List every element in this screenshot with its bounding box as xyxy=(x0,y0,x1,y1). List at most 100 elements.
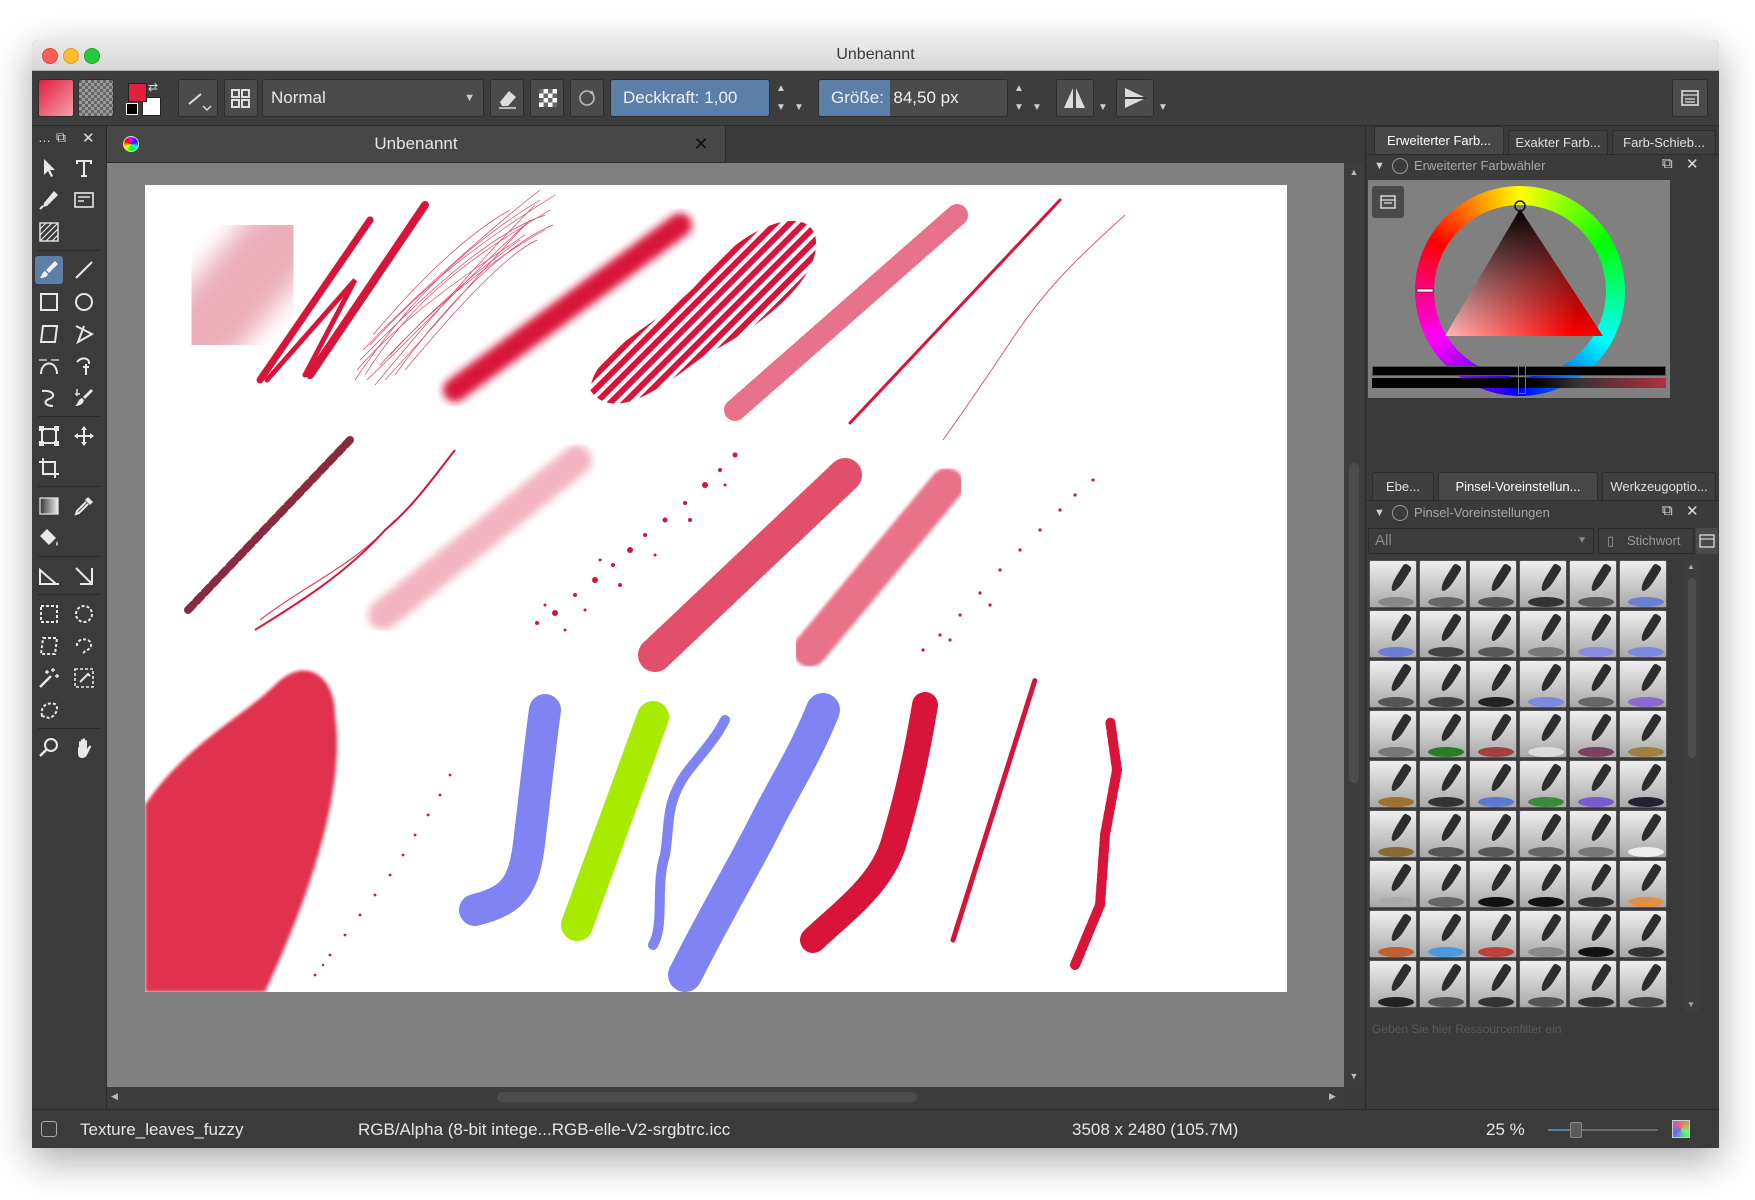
brush-grid-scrollbar[interactable]: ▲ ▼ xyxy=(1684,560,1700,1012)
brush-tag-filter-select[interactable]: All ▼ xyxy=(1368,528,1594,554)
panel-lock-icon[interactable] xyxy=(1392,158,1408,174)
pattern-preset-button[interactable] xyxy=(78,79,114,117)
brush-preset-thumbnail[interactable] xyxy=(1369,610,1417,658)
mirror-vertical-dropdown[interactable]: ▼ xyxy=(1154,79,1172,117)
brush-preset-thumbnail[interactable] xyxy=(1419,860,1467,908)
scroll-right-icon[interactable]: ▶ xyxy=(1329,1091,1339,1103)
brush-preset-thumbnail[interactable] xyxy=(1369,660,1417,708)
polygon-select-tool-icon[interactable] xyxy=(35,632,63,660)
brush-preset-thumbnail[interactable] xyxy=(1469,910,1517,958)
tab-brush-presets[interactable]: Pinsel-Voreinstellun... xyxy=(1438,472,1598,500)
opacity-dropdown-icon[interactable]: ▼ xyxy=(790,79,808,117)
brush-preset-button[interactable] xyxy=(178,79,218,117)
brush-preset-thumbnail[interactable] xyxy=(1419,910,1467,958)
brush-preset-thumbnail[interactable] xyxy=(1469,960,1517,1008)
document-tab[interactable]: Unbenannt ✕ xyxy=(107,126,726,163)
brush-preset-thumbnail[interactable] xyxy=(1469,760,1517,808)
crop-tool-icon[interactable] xyxy=(35,454,63,482)
color-bar-handle[interactable] xyxy=(1518,364,1526,394)
select-shapes-tool-icon[interactable] xyxy=(35,154,63,182)
float-panel-icon[interactable]: ⧉ xyxy=(1662,155,1673,172)
bezier-select-tool-icon[interactable] xyxy=(35,696,63,724)
multibrush-tool-icon[interactable] xyxy=(70,384,98,412)
brush-preset-thumbnail[interactable] xyxy=(1519,860,1567,908)
brush-preset-thumbnail[interactable] xyxy=(1569,560,1617,608)
scroll-up-icon[interactable]: ▲ xyxy=(1348,167,1360,177)
brush-preset-thumbnail[interactable] xyxy=(1569,760,1617,808)
swap-colors-icon[interactable]: ⇄ xyxy=(148,81,160,93)
mirror-horizontal-button[interactable] xyxy=(1056,79,1094,117)
collapse-panel-icon[interactable]: ▼ xyxy=(1374,160,1385,172)
brush-preset-thumbnail[interactable] xyxy=(1469,560,1517,608)
collapse-panel-icon[interactable]: ▼ xyxy=(1374,507,1385,519)
pattern-edit-tool-icon[interactable] xyxy=(35,218,63,246)
workspace-menu-button[interactable] xyxy=(1672,79,1708,117)
canvas-viewport[interactable] xyxy=(107,163,1344,1087)
close-panel-icon[interactable]: ✕ xyxy=(1686,155,1699,173)
tab-layers[interactable]: Ebe... xyxy=(1372,472,1434,500)
tag-button[interactable]: ▯ Stichwort xyxy=(1598,528,1694,554)
close-tab-icon[interactable]: ✕ xyxy=(691,134,711,154)
scroll-left-icon[interactable]: ◀ xyxy=(111,1091,121,1103)
edit-shapes-tool-icon[interactable] xyxy=(70,186,98,214)
canvas-paper[interactable] xyxy=(145,185,1287,992)
brush-preset-thumbnail[interactable] xyxy=(1569,910,1617,958)
brush-preset-thumbnail[interactable] xyxy=(1519,910,1567,958)
text-tool-icon[interactable] xyxy=(70,154,98,182)
pan-tool-icon[interactable] xyxy=(70,734,98,762)
brush-preset-thumbnail[interactable] xyxy=(1369,910,1417,958)
move-tool-icon[interactable] xyxy=(70,422,98,450)
brush-preset-thumbnail[interactable] xyxy=(1619,610,1667,658)
freehand-path-tool-icon[interactable] xyxy=(70,352,98,380)
brush-preset-thumbnail[interactable] xyxy=(1419,610,1467,658)
vertical-scroll-thumb[interactable] xyxy=(1349,463,1359,783)
resource-filter-input[interactable]: Geben Sie hier Ressourcenfilter ein xyxy=(1368,1018,1712,1040)
brush-preset-thumbnail[interactable] xyxy=(1619,660,1667,708)
brush-preset-thumbnail[interactable] xyxy=(1469,810,1517,858)
brush-preset-thumbnail[interactable] xyxy=(1519,810,1567,858)
tab-advanced-color-selector[interactable]: Erweiterter Farb... xyxy=(1374,126,1504,154)
size-spin-buttons[interactable]: ▲ ▼ xyxy=(1010,79,1028,117)
brush-preset-thumbnail[interactable] xyxy=(1469,860,1517,908)
horizontal-scroll-thumb[interactable] xyxy=(497,1092,917,1102)
zoom-tool-icon[interactable] xyxy=(35,734,63,762)
brush-preset-thumbnail[interactable] xyxy=(1569,660,1617,708)
similar-select-tool-icon[interactable] xyxy=(70,664,98,692)
brush-preset-thumbnail[interactable] xyxy=(1419,960,1467,1008)
horizontal-scrollbar[interactable]: ◀ ▶ xyxy=(107,1087,1344,1107)
soft-proofing-icon[interactable] xyxy=(1672,1120,1690,1138)
scroll-down-icon[interactable]: ▼ xyxy=(1348,1071,1360,1081)
float-panel-icon[interactable]: ⧉ xyxy=(1662,502,1673,519)
magic-wand-tool-icon[interactable] xyxy=(35,664,63,692)
brush-preset-thumbnail[interactable] xyxy=(1469,660,1517,708)
tab-color-sliders[interactable]: Farb-Schieb... xyxy=(1612,130,1716,154)
brush-preset-thumbnail[interactable] xyxy=(1469,710,1517,758)
size-slider[interactable]: Größe: 84,50 px xyxy=(818,79,1008,117)
mirror-horizontal-dropdown[interactable]: ▼ xyxy=(1094,79,1112,117)
panel-lock-icon[interactable] xyxy=(1392,505,1408,521)
brush-preset-thumbnail[interactable] xyxy=(1619,710,1667,758)
reset-colors-icon[interactable] xyxy=(126,103,138,115)
opacity-spin-buttons[interactable]: ▲ ▼ xyxy=(772,79,790,117)
ellipse-tool-icon[interactable] xyxy=(70,288,98,316)
close-panel-icon[interactable]: ✕ xyxy=(1686,502,1699,520)
brush-preset-thumbnail[interactable] xyxy=(1569,810,1617,858)
freehand-brush-tool-icon[interactable] xyxy=(35,256,63,284)
rect-select-tool-icon[interactable] xyxy=(35,600,63,628)
brush-grid-scroll-thumb[interactable] xyxy=(1688,578,1696,758)
brush-preset-thumbnail[interactable] xyxy=(1369,710,1417,758)
tab-tool-options[interactable]: Werkzeugoptio... xyxy=(1602,472,1716,500)
brush-preset-thumbnail[interactable] xyxy=(1419,760,1467,808)
polyline-tool-icon[interactable] xyxy=(70,320,98,348)
brush-preset-thumbnail[interactable] xyxy=(1569,860,1617,908)
brush-preset-thumbnail[interactable] xyxy=(1619,760,1667,808)
brush-preset-thumbnail[interactable] xyxy=(1419,660,1467,708)
color-selector[interactable]: ⇄ xyxy=(126,81,162,117)
brush-preset-thumbnail[interactable] xyxy=(1569,610,1617,658)
brush-preset-thumbnail[interactable] xyxy=(1419,560,1467,608)
brush-preset-thumbnail[interactable] xyxy=(1369,560,1417,608)
brush-preset-thumbnail[interactable] xyxy=(1369,810,1417,858)
zoom-slider-handle[interactable] xyxy=(1570,1122,1582,1138)
brush-preset-thumbnail[interactable] xyxy=(1469,610,1517,658)
dynamic-brush-tool-icon[interactable] xyxy=(35,384,63,412)
